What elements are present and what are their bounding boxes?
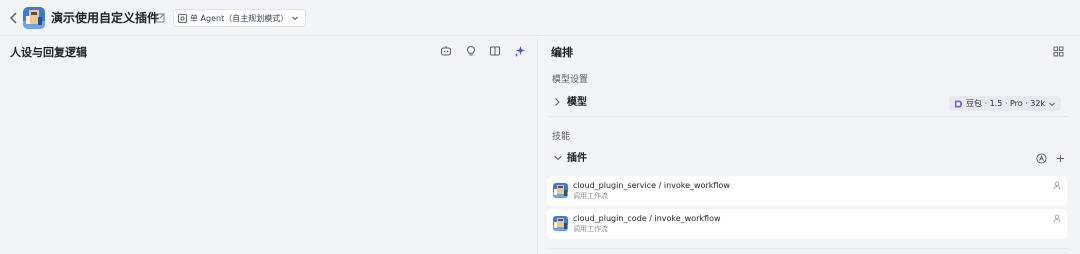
- persona-panel: 人设与回复逻辑: [0, 37, 538, 254]
- auto-add-icon[interactable]: [1036, 153, 1047, 164]
- sparkle-icon[interactable]: [514, 45, 526, 57]
- model-row-label[interactable]: 模型: [567, 97, 587, 109]
- model-selector[interactable]: 豆包 · 1.5 · Pro · 32k: [949, 96, 1062, 111]
- user-icon[interactable]: [1053, 214, 1061, 223]
- plugin-avatar: [553, 216, 568, 231]
- plugin-name: cloud_plugin_code / invoke_workflow: [573, 214, 721, 223]
- persona-title: 人设与回复逻辑: [10, 46, 87, 59]
- model-value: 豆包 · 1.5 · Pro · 32k: [966, 99, 1046, 108]
- plugin-item[interactable]: cloud_plugin_code / invoke_workflow 调用工作…: [547, 209, 1067, 239]
- skills-label: 技能: [552, 132, 571, 142]
- edit-icon[interactable]: [155, 12, 166, 23]
- model-settings-label: 模型设置: [552, 75, 589, 85]
- plugin-name: cloud_plugin_service / invoke_workflow: [573, 181, 730, 190]
- user-icon[interactable]: [1053, 181, 1061, 190]
- split-view-icon[interactable]: [489, 45, 501, 57]
- agent-mode-dropdown[interactable]: 单 Agent（自主规划模式）: [173, 9, 307, 27]
- chevron-right-icon[interactable]: [553, 97, 561, 111]
- chevron-down-icon: [292, 16, 299, 21]
- layout-grid-icon[interactable]: [1053, 46, 1064, 57]
- chevron-down-icon[interactable]: [553, 153, 563, 167]
- divider: [549, 116, 1068, 117]
- orchestration-panel: 编排 模型设置 模型 豆包 · 1.5 · Pro · 32k 技能 插件 cl…: [539, 37, 1080, 254]
- plugin-avatar: [553, 183, 568, 198]
- divider: [549, 248, 1068, 249]
- plugin-desc: 调用工作流: [573, 225, 608, 233]
- bot-icon[interactable]: [440, 45, 452, 57]
- plugin-desc: 调用工作流: [573, 192, 608, 200]
- chevron-down-icon: [1049, 102, 1055, 106]
- orchestration-title: 编排: [551, 46, 573, 59]
- doubao-logo-icon: [955, 100, 962, 107]
- bot-avatar: [23, 7, 45, 29]
- add-plugin-icon[interactable]: [1055, 153, 1066, 164]
- plugins-row-label[interactable]: 插件: [567, 153, 587, 165]
- agent-mode-icon: [178, 13, 187, 23]
- top-bar: 演示使用自定义插件 单 Agent（自主规划模式）: [0, 0, 1080, 36]
- agent-mode-label: 单 Agent（自主规划模式）: [190, 13, 289, 23]
- app-title: 演示使用自定义插件: [51, 11, 160, 25]
- lightbulb-icon[interactable]: [465, 45, 477, 57]
- plugin-item[interactable]: cloud_plugin_service / invoke_workflow 调…: [547, 176, 1067, 206]
- chevron-left-icon[interactable]: [9, 10, 19, 26]
